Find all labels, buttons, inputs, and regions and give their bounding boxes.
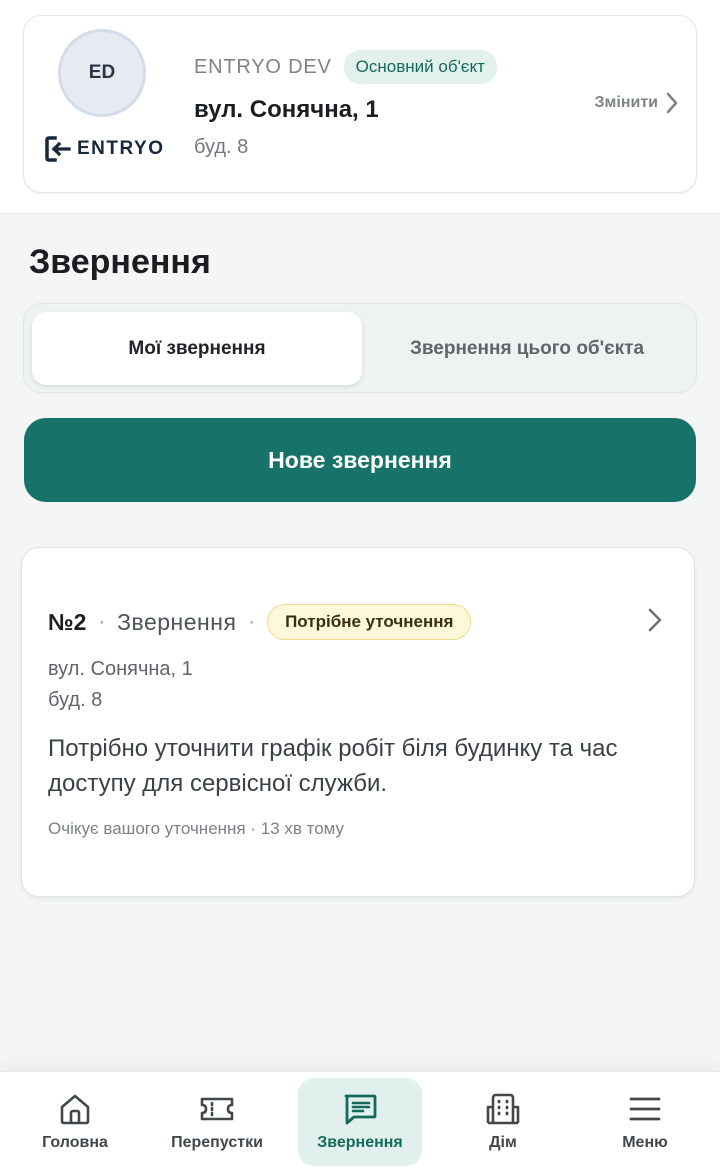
tab-my-requests[interactable]: Мої звернення [32, 312, 362, 385]
chevron-right-icon [666, 92, 678, 114]
bottom-nav: Головна Перепустки Звернення Дім Меню [0, 1071, 720, 1173]
request-header: №2 · Звернення · Потрібне уточнення [48, 604, 472, 640]
org-name: ENTRYO DEV [194, 55, 332, 78]
object-header: ED ENTRYO ENTRYO DEV Основний об'єкт вул… [0, 0, 720, 214]
brand-name: ENTRYO [77, 138, 165, 159]
nav-label: Головна [42, 1134, 108, 1151]
request-description: Потрібно уточнити графік робіт біля буди… [48, 735, 618, 797]
new-request-button[interactable]: Нове звернення [24, 418, 696, 502]
entryo-logo-icon [45, 136, 71, 162]
nav-label: Звернення [317, 1134, 403, 1151]
nav-item-home[interactable]: Головна [10, 1078, 140, 1166]
nav-label: Перепустки [171, 1134, 263, 1151]
avatar: ED [58, 29, 146, 117]
request-card[interactable]: №2 · Звернення · Потрібне уточнення вул.… [21, 547, 695, 897]
building-icon [486, 1093, 520, 1125]
tab-object-requests[interactable]: Звернення цього об'єкта [364, 312, 690, 385]
request-number: №2 [48, 608, 87, 635]
separator-dot: · [248, 610, 256, 633]
request-meta: Очікує вашого уточнення · 13 хв тому [48, 819, 345, 838]
nav-item-passes[interactable]: Перепустки [152, 1078, 282, 1166]
menu-icon [629, 1097, 661, 1121]
page-title: Звернення [29, 243, 211, 281]
org-row: ENTRYO DEV Основний об'єкт [194, 50, 497, 84]
message-icon [344, 1094, 377, 1125]
requests-tab-switcher: Мої звернення Звернення цього об'єкта [23, 303, 697, 393]
change-object-label: Змінити [594, 94, 658, 111]
change-object-button[interactable]: Змінити [595, 92, 678, 114]
separator-dot: · [98, 610, 106, 633]
home-icon [60, 1094, 90, 1125]
request-street: вул. Сонячна, 1 [48, 658, 193, 680]
status-badge: Потрібне уточнення [267, 604, 472, 640]
object-street: вул. Сонячна, 1 [194, 96, 379, 123]
nav-item-home-building[interactable]: Дім [438, 1078, 568, 1166]
brand-logo: ENTRYO [45, 135, 164, 163]
nav-label: Меню [622, 1134, 668, 1151]
object-card[interactable]: ED ENTRYO ENTRYO DEV Основний об'єкт вул… [23, 15, 697, 193]
chevron-right-icon [648, 608, 662, 632]
request-type: Звернення [117, 608, 237, 635]
object-building: буд. 8 [194, 136, 249, 158]
nav-label: Дім [489, 1134, 517, 1151]
nav-item-requests[interactable]: Звернення [298, 1078, 422, 1166]
primary-object-badge: Основний об'єкт [343, 50, 497, 84]
nav-item-menu[interactable]: Меню [580, 1078, 710, 1166]
ticket-icon [200, 1097, 234, 1121]
request-building: буд. 8 [48, 689, 103, 711]
